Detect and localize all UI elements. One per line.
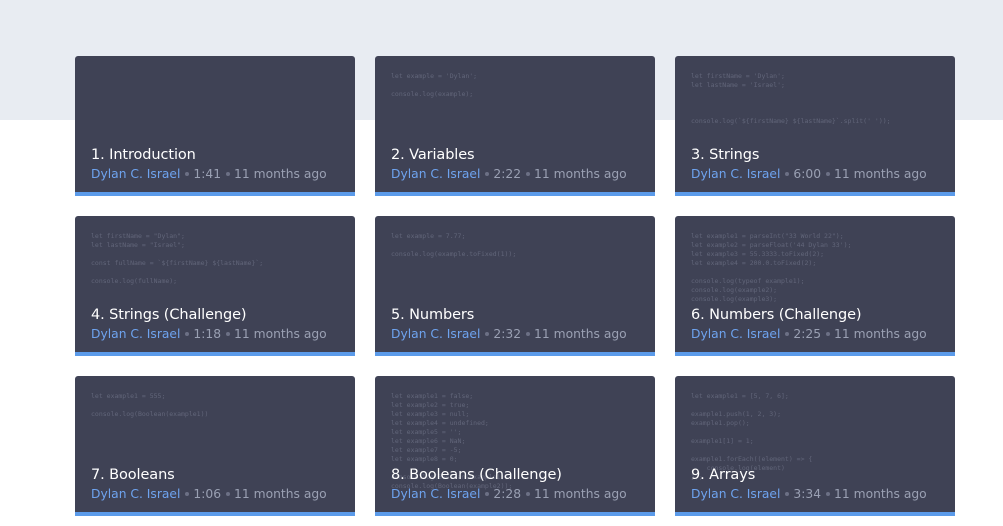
separator-dot [485,491,490,496]
video-duration: 6:00 [793,167,822,181]
video-meta: Dylan C. Israel 3:34 11 months ago [691,487,927,501]
code-thumbnail: let example1 = 555; console.log(Boolean(… [91,392,209,418]
code-thumbnail: let example = 7.77; console.log(example.… [391,232,517,258]
separator-dot [526,491,531,496]
video-meta: Dylan C. Israel 2:28 11 months ago [391,487,627,501]
author-link[interactable]: Dylan C. Israel [391,167,480,181]
progress-bar [75,512,355,516]
video-duration: 2:28 [493,487,522,501]
author-link[interactable]: Dylan C. Israel [691,487,780,501]
separator-dot [226,171,231,176]
separator-dot [785,491,790,496]
video-card[interactable]: let example1 = [5, 7, 6]; example1.push(… [675,376,955,516]
video-card[interactable]: let example1 = parseInt("33 World 22"); … [675,216,955,356]
progress-bar [375,192,655,196]
progress-bar [675,512,955,516]
author-link[interactable]: Dylan C. Israel [391,487,480,501]
code-thumbnail: let firstName = 'Dylan'; let lastName = … [691,72,891,125]
video-card[interactable]: let example1 = 555; console.log(Boolean(… [75,376,355,516]
separator-dot [785,171,790,176]
video-duration: 2:22 [493,167,522,181]
progress-bar [75,352,355,356]
video-duration: 1:41 [193,167,222,181]
video-age: 11 months ago [834,487,927,501]
video-age: 11 months ago [534,167,627,181]
video-age: 11 months ago [834,167,927,181]
video-age: 11 months ago [534,487,627,501]
video-title[interactable]: 4. Strings (Challenge) [91,307,247,323]
video-card[interactable]: let example1 = false; let example2 = tru… [375,376,655,516]
author-link[interactable]: Dylan C. Israel [691,327,780,341]
author-link[interactable]: Dylan C. Israel [691,167,780,181]
video-duration: 1:06 [193,487,222,501]
video-card[interactable]: let firstName = "Dylan"; let lastName = … [75,216,355,356]
separator-dot [826,171,831,176]
video-duration: 2:32 [493,327,522,341]
video-duration: 3:34 [793,487,822,501]
video-grid: 1. Introduction Dylan C. Israel 1:41 11 mo… [75,56,955,516]
video-title[interactable]: 6. Numbers (Challenge) [691,307,862,323]
video-card[interactable]: let example = 'Dylan'; console.log(examp… [375,56,655,196]
video-meta: Dylan C. Israel 2:32 11 months ago [391,327,627,341]
video-title[interactable]: 8. Booleans (Challenge) [391,467,562,483]
separator-dot [485,171,490,176]
progress-bar [375,512,655,516]
separator-dot [526,331,531,336]
progress-bar [675,352,955,356]
video-title[interactable]: 1. Introduction [91,147,196,163]
video-title[interactable]: 7. Booleans [91,467,175,483]
video-meta: Dylan C. Israel 1:06 11 months ago [91,487,327,501]
separator-dot [485,331,490,336]
separator-dot [226,331,231,336]
video-age: 11 months ago [534,327,627,341]
code-thumbnail: let example = 'Dylan'; console.log(examp… [391,72,478,98]
author-link[interactable]: Dylan C. Israel [91,327,180,341]
author-link[interactable]: Dylan C. Israel [391,327,480,341]
video-meta: Dylan C. Israel 6:00 11 months ago [691,167,927,181]
separator-dot [185,491,190,496]
progress-bar [675,192,955,196]
code-thumbnail: let example1 = parseInt("33 World 22"); … [691,232,852,303]
video-duration: 2:25 [793,327,822,341]
video-title[interactable]: 3. Strings [691,147,759,163]
separator-dot [185,331,190,336]
video-title[interactable]: 5. Numbers [391,307,474,323]
video-card[interactable]: let firstName = 'Dylan'; let lastName = … [675,56,955,196]
video-card[interactable]: let example = 7.77; console.log(example.… [375,216,655,356]
video-title[interactable]: 9. Arrays [691,467,755,483]
progress-bar [375,352,655,356]
author-link[interactable]: Dylan C. Israel [91,487,180,501]
separator-dot [826,331,831,336]
progress-bar [75,192,355,196]
video-age: 11 months ago [234,487,327,501]
video-duration: 1:18 [193,327,222,341]
video-meta: Dylan C. Israel 2:22 11 months ago [391,167,627,181]
video-meta: Dylan C. Israel 1:41 11 months ago [91,167,327,181]
video-age: 11 months ago [234,327,327,341]
video-age: 11 months ago [834,327,927,341]
separator-dot [826,491,831,496]
separator-dot [226,491,231,496]
separator-dot [785,331,790,336]
video-title[interactable]: 2. Variables [391,147,475,163]
video-age: 11 months ago [234,167,327,181]
video-card[interactable]: 1. Introduction Dylan C. Israel 1:41 11 mo… [75,56,355,196]
author-link[interactable]: Dylan C. Israel [91,167,180,181]
video-meta: Dylan C. Israel 1:18 11 months ago [91,327,327,341]
separator-dot [185,171,190,176]
separator-dot [526,171,531,176]
code-thumbnail: let firstName = "Dylan"; let lastName = … [91,232,264,285]
video-meta: Dylan C. Israel 2:25 11 months ago [691,327,927,341]
